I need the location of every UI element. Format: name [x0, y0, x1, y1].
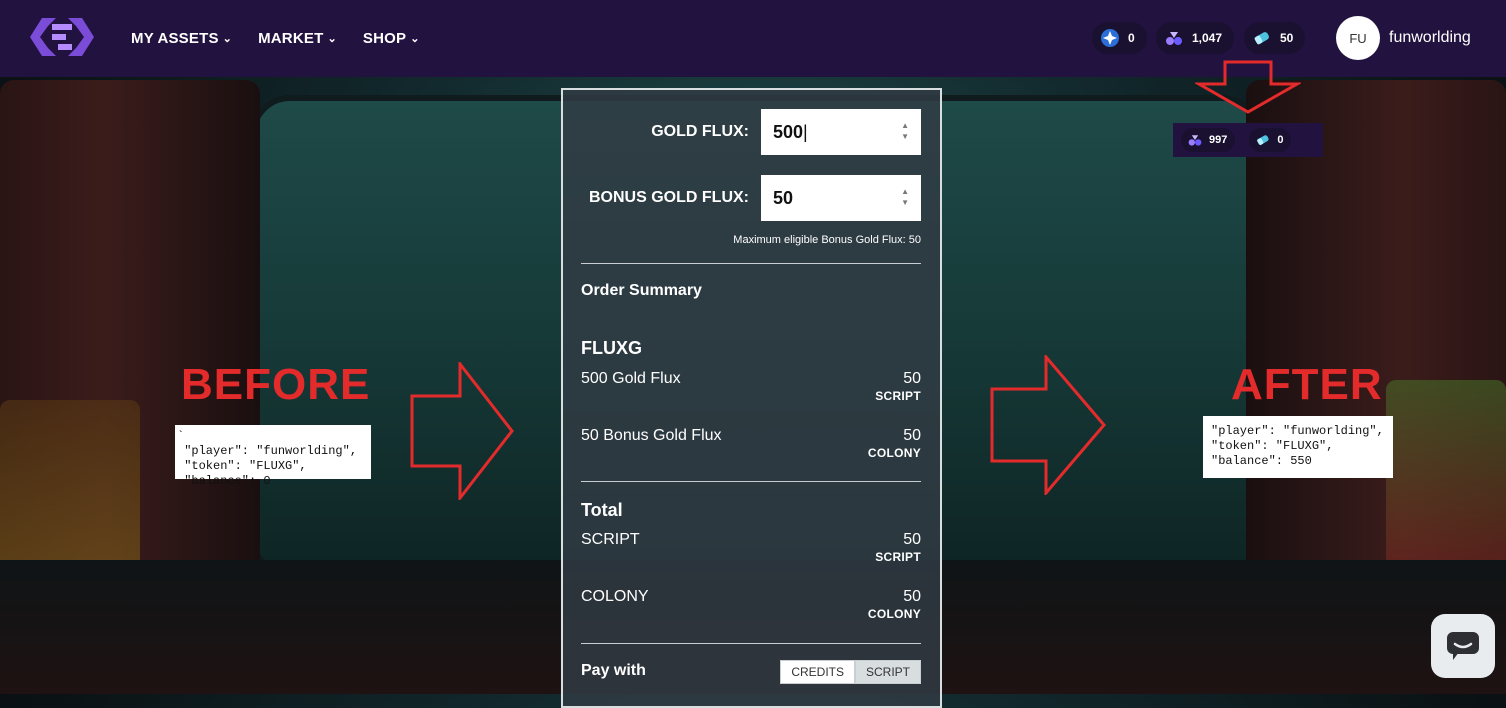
- gold-flux-label: GOLD FLUX:: [651, 123, 749, 140]
- wallet-flux-value: 1,047: [1192, 31, 1223, 45]
- main-nav: MY ASSETS ⌄ MARKET ⌄ SHOP ⌄: [131, 0, 420, 77]
- chat-support-button[interactable]: [1431, 614, 1495, 678]
- summary-line-bonus-gold-flux: 50 Bonus Gold Flux: [581, 427, 722, 444]
- price-currency: SCRIPT: [875, 389, 921, 403]
- total-line-colony: COLONY: [581, 588, 649, 605]
- price-currency: SCRIPT: [875, 550, 921, 564]
- brand-logo-icon[interactable]: [28, 12, 96, 62]
- pay-with-toggle: CREDITS SCRIPT: [780, 660, 921, 684]
- chevron-down-icon: ⌄: [327, 33, 337, 45]
- gold-flux-input[interactable]: 500 | ▲ ▼: [761, 109, 921, 155]
- wallet-script[interactable]: 50: [1244, 22, 1306, 54]
- nav-market-label: MARKET: [258, 30, 324, 47]
- gold-flux-stepper[interactable]: ▲ ▼: [901, 121, 909, 141]
- price-currency: COLONY: [867, 607, 921, 621]
- after-json-box: "player": "funworlding", "token": "FLUXG…: [1203, 416, 1393, 478]
- divider: [581, 481, 921, 482]
- after-wallet-flux: 997: [1181, 128, 1236, 152]
- annotation-right-arrow-icon: [990, 355, 1106, 495]
- bonus-gold-flux-row: BONUS GOLD FLUX: 50 ▲ ▼: [589, 175, 921, 221]
- bonus-hint: Maximum eligible Bonus Gold Flux: 50: [733, 234, 921, 246]
- script-token-icon: [1257, 135, 1269, 145]
- summary-line-bonus-gold-flux-price: 50 COLONY: [868, 427, 921, 460]
- flux-token-icon: [1164, 28, 1184, 48]
- annotation-down-arrow-icon: [1195, 60, 1301, 114]
- gold-flux-row: GOLD FLUX: 500 | ▲ ▼: [651, 109, 921, 155]
- user-avatar[interactable]: FU: [1336, 16, 1380, 60]
- stepper-up-icon[interactable]: ▲: [901, 121, 909, 130]
- after-wallet-script: 0: [1249, 128, 1292, 152]
- price-amount: 50: [903, 427, 921, 444]
- total-line-script-price: 50 SCRIPT: [875, 531, 921, 564]
- before-label: BEFORE: [181, 360, 371, 409]
- total-title: Total: [581, 500, 623, 520]
- bonus-gold-flux-value: 50: [773, 187, 794, 208]
- divider: [581, 643, 921, 644]
- star-token-icon: [1100, 28, 1120, 48]
- wallet-script-value: 50: [1280, 31, 1294, 45]
- price-currency: COLONY: [867, 446, 921, 460]
- stepper-down-icon[interactable]: ▼: [901, 198, 909, 207]
- price-amount: 50: [903, 531, 921, 548]
- summary-line-gold-flux: 500 Gold Flux: [581, 370, 681, 387]
- stepper-down-icon[interactable]: ▼: [901, 132, 909, 141]
- order-summary-title: Order Summary: [581, 282, 702, 299]
- purchase-card: GOLD FLUX: 500 | ▲ ▼ BONUS GOLD FLUX: 50 …: [561, 88, 942, 708]
- pay-option-credits[interactable]: CREDITS: [780, 660, 855, 684]
- summary-line-gold-flux-price: 50 SCRIPT: [875, 370, 921, 403]
- after-wallet-script-value: 0: [1277, 134, 1284, 146]
- nav-shop[interactable]: SHOP ⌄: [363, 30, 420, 47]
- nav-my-assets[interactable]: MY ASSETS ⌄: [131, 30, 232, 47]
- chat-bubble-icon: [1447, 632, 1479, 660]
- price-amount: 50: [903, 588, 921, 605]
- pay-with-label: Pay with: [581, 662, 646, 679]
- script-token-icon: [1252, 28, 1272, 48]
- nav-shop-label: SHOP: [362, 30, 407, 47]
- chevron-down-icon: ⌄: [410, 33, 420, 45]
- nav-my-assets-label: MY ASSETS: [131, 30, 219, 47]
- bonus-gold-flux-label: BONUS GOLD FLUX:: [589, 189, 749, 206]
- bonus-gold-flux-input[interactable]: 50 ▲ ▼: [761, 175, 921, 221]
- total-line-script: SCRIPT: [581, 531, 640, 548]
- wallet-star[interactable]: 0: [1092, 22, 1147, 54]
- wallet-star-value: 0: [1128, 31, 1135, 45]
- order-token-title: FLUXG: [581, 338, 642, 358]
- background-right-light: [1386, 380, 1506, 590]
- bonus-gold-flux-stepper[interactable]: ▲ ▼: [901, 187, 909, 207]
- nav-market[interactable]: MARKET ⌄: [258, 30, 337, 47]
- pay-option-script[interactable]: SCRIPT: [854, 660, 921, 684]
- after-wallet-flux-value: 997: [1209, 134, 1228, 146]
- after-label: AFTER: [1231, 360, 1383, 409]
- total-line-colony-price: 50 COLONY: [868, 588, 921, 621]
- after-wallet-strip: 997 0: [1173, 123, 1323, 157]
- price-amount: 50: [903, 370, 921, 387]
- chevron-down-icon: ⌄: [222, 33, 233, 45]
- annotation-right-arrow-icon: [410, 362, 514, 500]
- before-json-box: ` "player": "funworlding", "token": "FLU…: [175, 425, 371, 488]
- divider: [581, 263, 921, 264]
- stepper-up-icon[interactable]: ▲: [901, 187, 909, 196]
- flux-token-icon: [1188, 135, 1202, 146]
- gold-flux-value: 500: [773, 121, 804, 142]
- wallet-flux[interactable]: 1,047: [1156, 22, 1235, 54]
- user-name[interactable]: funworlding: [1389, 29, 1471, 47]
